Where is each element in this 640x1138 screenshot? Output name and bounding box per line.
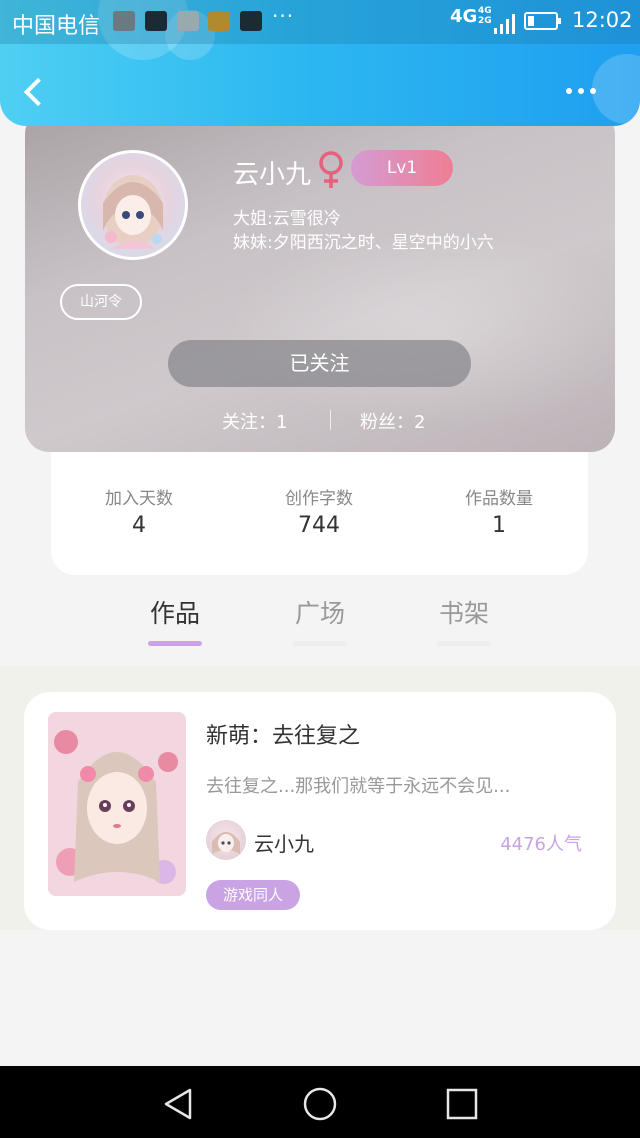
stat-label: 加入天数 [105, 489, 173, 509]
female-icon [317, 150, 345, 190]
popularity-count: 4476人气 [500, 834, 582, 855]
tab-square[interactable]: 广场 [270, 594, 370, 646]
stat-value: 4 [132, 513, 146, 538]
stat-label: 创作字数 [285, 489, 353, 509]
avatar[interactable] [78, 150, 188, 260]
stat-value: 744 [298, 513, 340, 538]
following-count[interactable]: 关注：1 [222, 408, 287, 434]
work-excerpt: 去往复之...那我们就等于永远不会见... [206, 776, 511, 797]
divider [330, 410, 331, 430]
stats-card: 加入天数 4 创作字数 744 作品数量 1 [51, 440, 588, 575]
tab-works[interactable]: 作品 [125, 594, 225, 646]
tab-label: 广场 [294, 599, 345, 628]
follow-stats: 关注：1 粉丝：2 [25, 408, 615, 434]
app-notification-icon [208, 11, 230, 31]
genre-tag[interactable]: 游戏同人 [206, 880, 300, 910]
work-cover-image[interactable] [48, 712, 186, 896]
fans-count[interactable]: 粉丝：2 [360, 408, 425, 434]
tab-bar: 作品 广场 书架 [0, 594, 640, 654]
tab-indicator [437, 641, 491, 646]
signal-icon [494, 12, 518, 34]
battery-icon [524, 12, 561, 30]
bird-notification-icon-2 [240, 11, 262, 31]
back-arrow-icon[interactable] [18, 74, 52, 114]
work-card[interactable]: 新萌：去往复之 去往复之...那我们就等于永远不会见... 云小九 4476人气… [24, 692, 616, 930]
clock: 12:02 [572, 8, 633, 32]
relation-sister-younger[interactable]: 妹妹:夕阳西沉之时、星空中的小六 [233, 228, 494, 253]
nickname: 云小九 [233, 160, 312, 190]
carrier-label: 中国电信 [12, 14, 101, 39]
tab-bookshelf[interactable]: 书架 [414, 594, 514, 646]
system-nav-bar [0, 1066, 640, 1138]
tab-label: 书架 [438, 599, 489, 628]
image-notification-icon [177, 11, 199, 31]
profile-tag[interactable]: 山河令 [60, 284, 142, 320]
more-dots-icon[interactable] [560, 84, 600, 100]
tab-label: 作品 [149, 599, 200, 628]
tab-indicator [293, 641, 347, 646]
level-badge: Lv1 [351, 150, 453, 186]
stat-word-count: 创作字数 744 [229, 484, 409, 538]
author-name[interactable]: 云小九 [254, 828, 314, 857]
stat-value: 1 [492, 513, 506, 538]
relation-sister-elder[interactable]: 大姐:云雪很冷 [233, 204, 341, 229]
profile-card: 云小九 Lv1 大姐:云雪很冷 妹妹:夕阳西沉之时、星空中的小六 山河令 已关注… [25, 110, 615, 452]
stat-works-count: 作品数量 1 [409, 484, 589, 538]
work-title[interactable]: 新萌：去往复之 [206, 718, 360, 750]
notification-icon [113, 11, 135, 31]
status-bar: 中国电信 ··· 4G 4G 2G 12:02 [0, 0, 640, 44]
network-small-label: 4G 2G [478, 6, 492, 26]
network-type-label: 4G [450, 6, 478, 27]
follow-button[interactable]: 已关注 [168, 340, 471, 387]
stat-label: 作品数量 [465, 489, 533, 509]
nav-home-icon[interactable] [302, 1086, 338, 1122]
bird-notification-icon [145, 11, 167, 31]
more-notifications-icon: ··· [272, 4, 295, 28]
stat-join-days: 加入天数 4 [49, 484, 229, 538]
nav-back-icon[interactable] [160, 1086, 196, 1122]
nav-recent-icon[interactable] [444, 1086, 480, 1122]
author-avatar[interactable] [206, 820, 246, 860]
tab-indicator [148, 641, 202, 646]
app-header: 中国电信 ··· 4G 4G 2G 12:02 [0, 0, 640, 126]
